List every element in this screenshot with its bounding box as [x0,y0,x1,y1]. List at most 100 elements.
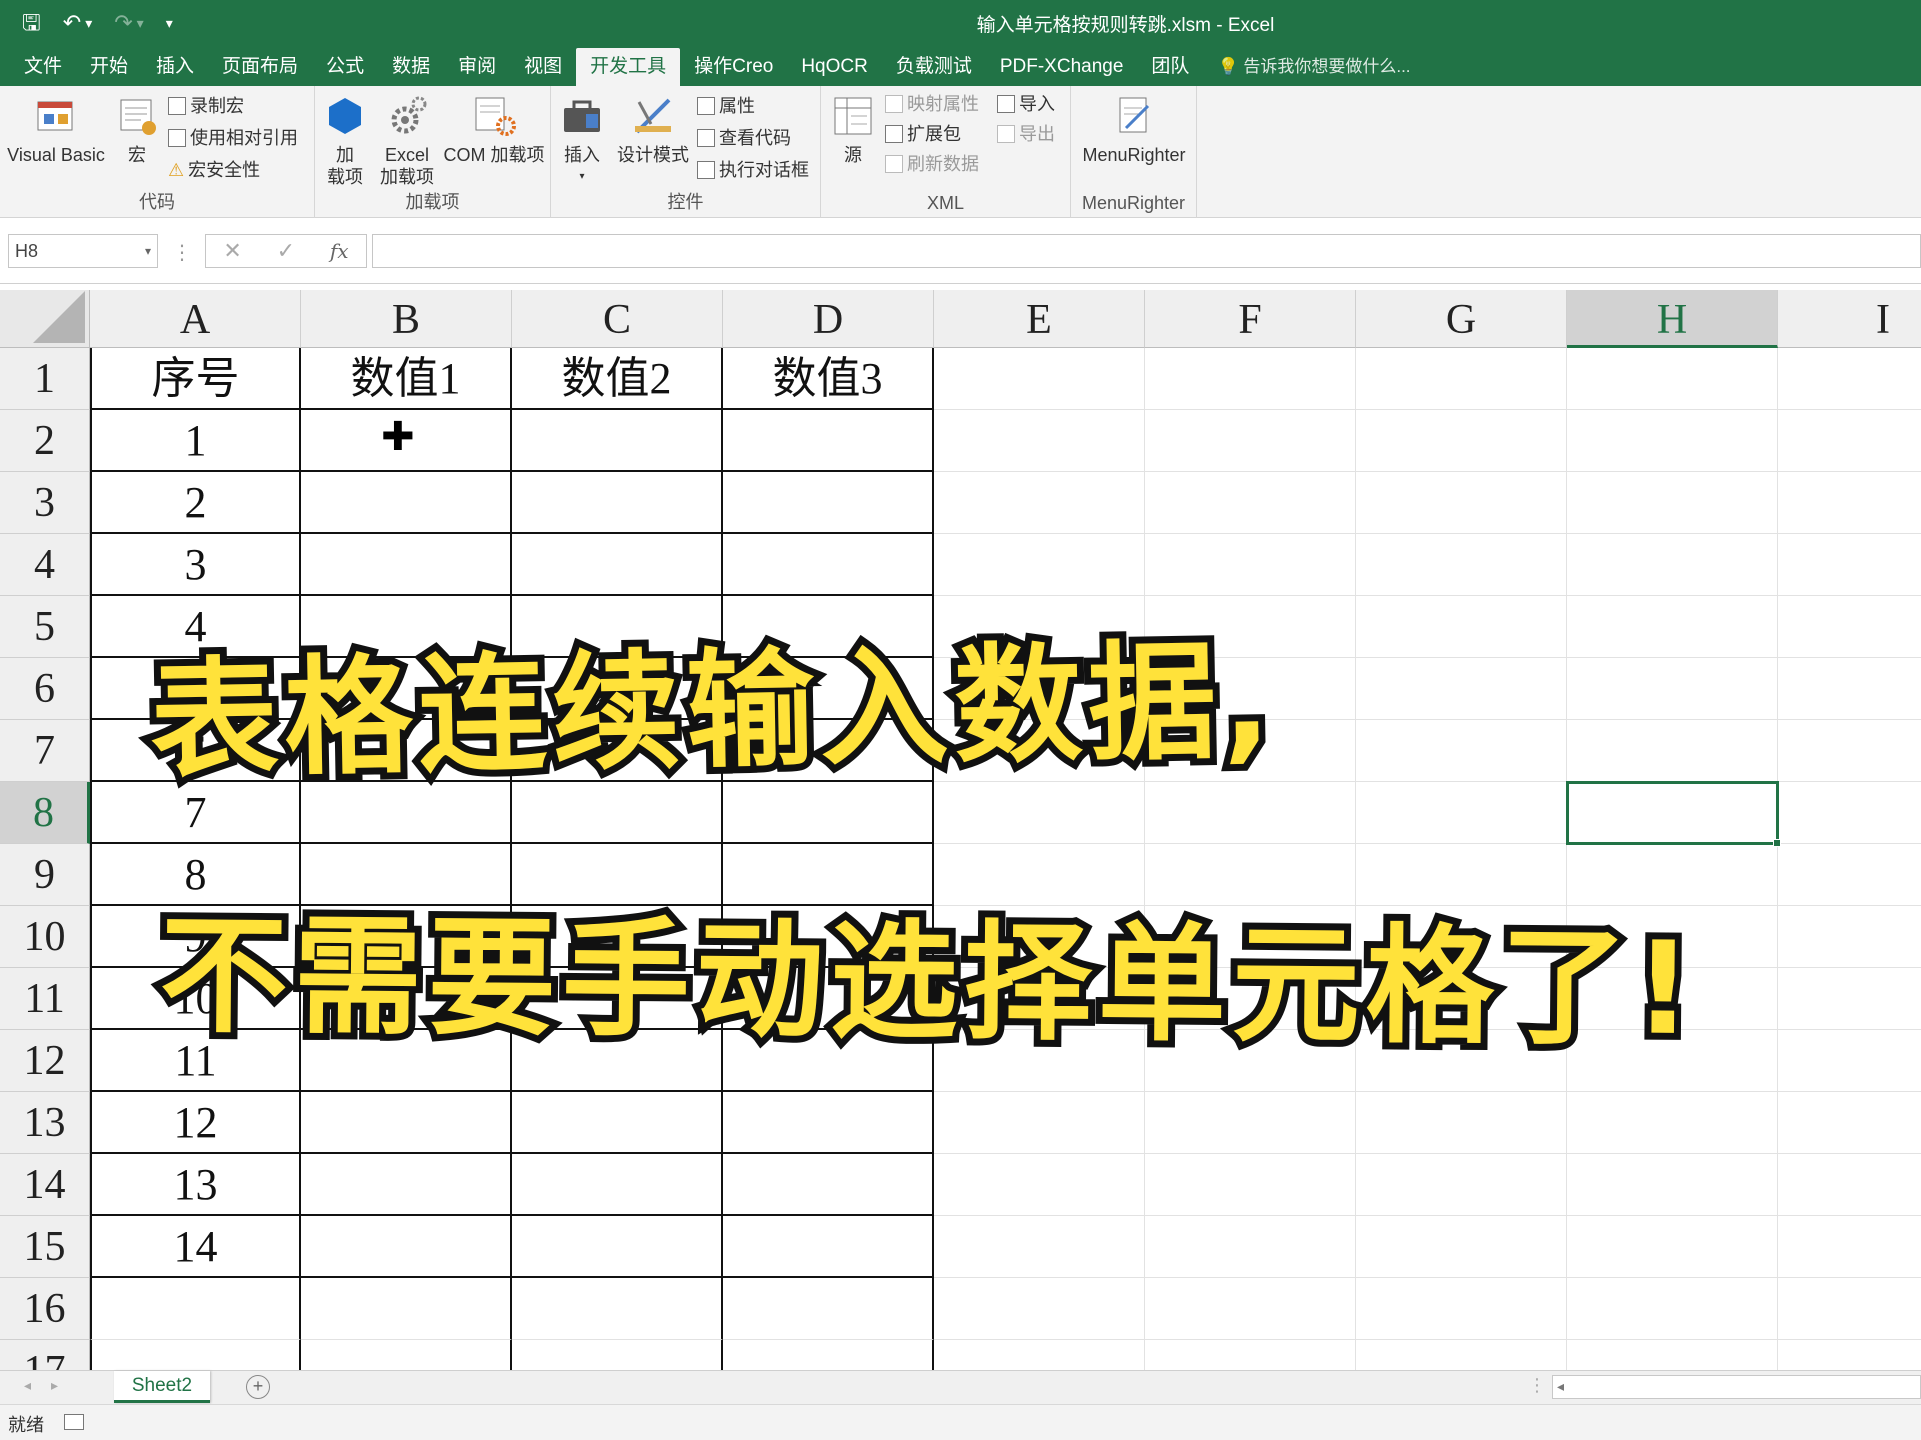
horizontal-scrollbar[interactable]: ◂ [1552,1375,1921,1399]
cell-i2[interactable] [1778,410,1921,472]
cell-a15[interactable]: 14 [90,1216,301,1278]
map-properties-button[interactable]: 映射属性 [885,90,979,118]
tab-review[interactable]: 审阅 [444,48,510,86]
cancel-icon[interactable]: ✕ [223,238,241,264]
column-header-b[interactable]: B [301,290,512,348]
row-header-1[interactable]: 1 [0,348,90,410]
tell-me-search[interactable]: 💡 告诉我你想要做什么... [1203,48,1424,86]
cell-f17[interactable] [1145,1340,1356,1370]
cell-h13[interactable] [1567,1092,1778,1154]
cell-f4[interactable] [1145,534,1356,596]
cell-d16[interactable] [723,1278,934,1340]
row-header-16[interactable]: 16 [0,1278,90,1340]
cell-i8[interactable] [1778,782,1921,844]
cell-a4[interactable]: 3 [90,534,301,596]
cell-b4[interactable] [301,534,512,596]
column-header-f[interactable]: F [1145,290,1356,348]
row-header-8[interactable]: 8 [0,782,90,844]
cell-c3[interactable] [512,472,723,534]
cell-e8[interactable] [934,782,1145,844]
cell-a17[interactable] [90,1340,301,1370]
name-box[interactable]: H8 ▾ [8,234,158,268]
tab-hqocr[interactable]: HqOCR [787,48,882,86]
cell-e14[interactable] [934,1154,1145,1216]
cell-f2[interactable] [1145,410,1356,472]
row-header-2[interactable]: 2 [0,410,90,472]
cell-e13[interactable] [934,1092,1145,1154]
cell-g1[interactable] [1356,348,1567,410]
cell-d13[interactable] [723,1092,934,1154]
macro-security-button[interactable]: ⚠ 宏安全性 [168,156,260,184]
record-macro-button[interactable]: 录制宏 [168,92,244,120]
row-header-15[interactable]: 15 [0,1216,90,1278]
cell-a3[interactable]: 2 [90,472,301,534]
row-header-14[interactable]: 14 [0,1154,90,1216]
run-dialog-button[interactable]: 执行对话框 [697,156,809,184]
cell-d1[interactable]: 数值3 [723,348,934,410]
sheet-tab-sheet2[interactable]: Sheet2 [114,1371,210,1403]
cell-a1[interactable]: 序号 [90,348,301,410]
cell-c1[interactable]: 数值2 [512,348,723,410]
cell-e1[interactable] [934,348,1145,410]
com-addins-button[interactable]: COM 加载项 [439,94,549,166]
cell-c14[interactable] [512,1154,723,1216]
cell-h2[interactable] [1567,410,1778,472]
cell-i17[interactable] [1778,1340,1921,1370]
tab-home[interactable]: 开始 [76,48,142,86]
cell-h16[interactable] [1567,1278,1778,1340]
select-all-button[interactable] [0,290,90,348]
column-header-g[interactable]: G [1356,290,1567,348]
cell-f14[interactable] [1145,1154,1356,1216]
active-cell-outline[interactable] [1566,781,1781,847]
cell-i14[interactable] [1778,1154,1921,1216]
tab-team[interactable]: 团队 [1137,48,1203,86]
cell-b1[interactable]: 数值1 [301,348,512,410]
cell-e15[interactable] [934,1216,1145,1278]
cell-b16[interactable] [301,1278,512,1340]
cell-g8[interactable] [1356,782,1567,844]
cell-b14[interactable] [301,1154,512,1216]
insert-function-icon[interactable]: fx [330,239,349,263]
cell-f15[interactable] [1145,1216,1356,1278]
cell-d17[interactable] [723,1340,934,1370]
insert-control-button[interactable]: 插入 ▾ [557,94,607,188]
visual-basic-button[interactable]: Visual Basic [4,94,108,166]
properties-button[interactable]: 属性 [697,92,755,120]
cell-a2[interactable]: 1 [90,410,301,472]
cell-h15[interactable] [1567,1216,1778,1278]
scroll-left-icon[interactable]: ◂ [1557,1378,1564,1395]
formula-bar-splitter-icon[interactable]: ⋮ [172,240,192,265]
cell-d8[interactable] [723,782,934,844]
cell-a14[interactable]: 13 [90,1154,301,1216]
cell-d15[interactable] [723,1216,934,1278]
cell-c2[interactable] [512,410,723,472]
column-header-i[interactable]: I [1778,290,1921,348]
cell-b3[interactable] [301,472,512,534]
xml-source-button[interactable]: 源 [831,94,875,166]
cell-c13[interactable] [512,1092,723,1154]
cell-e4[interactable] [934,534,1145,596]
cell-d3[interactable] [723,472,934,534]
menurighter-button[interactable]: MenuRighter [1075,94,1193,166]
cell-g13[interactable] [1356,1092,1567,1154]
chevron-down-icon[interactable]: ▾ [145,235,151,267]
tab-insert[interactable]: 插入 [142,48,208,86]
tab-pdf-xchange[interactable]: PDF-XChange [986,48,1138,86]
cell-e16[interactable] [934,1278,1145,1340]
cell-g16[interactable] [1356,1278,1567,1340]
cell-h17[interactable] [1567,1340,1778,1370]
cell-e3[interactable] [934,472,1145,534]
xml-export-button[interactable]: 导出 [997,120,1055,148]
cell-g17[interactable] [1356,1340,1567,1370]
cell-e2[interactable] [934,410,1145,472]
tab-view[interactable]: 视图 [510,48,576,86]
row-header-13[interactable]: 13 [0,1092,90,1154]
cell-d2[interactable] [723,410,934,472]
macros-button[interactable]: 宏 [112,94,162,166]
sheet-nav-arrows-icon[interactable]: ◂▸ [24,1377,78,1394]
tab-data[interactable]: 数据 [378,48,444,86]
row-header-3[interactable]: 3 [0,472,90,534]
cell-i13[interactable] [1778,1092,1921,1154]
cell-g3[interactable] [1356,472,1567,534]
cell-i16[interactable] [1778,1278,1921,1340]
